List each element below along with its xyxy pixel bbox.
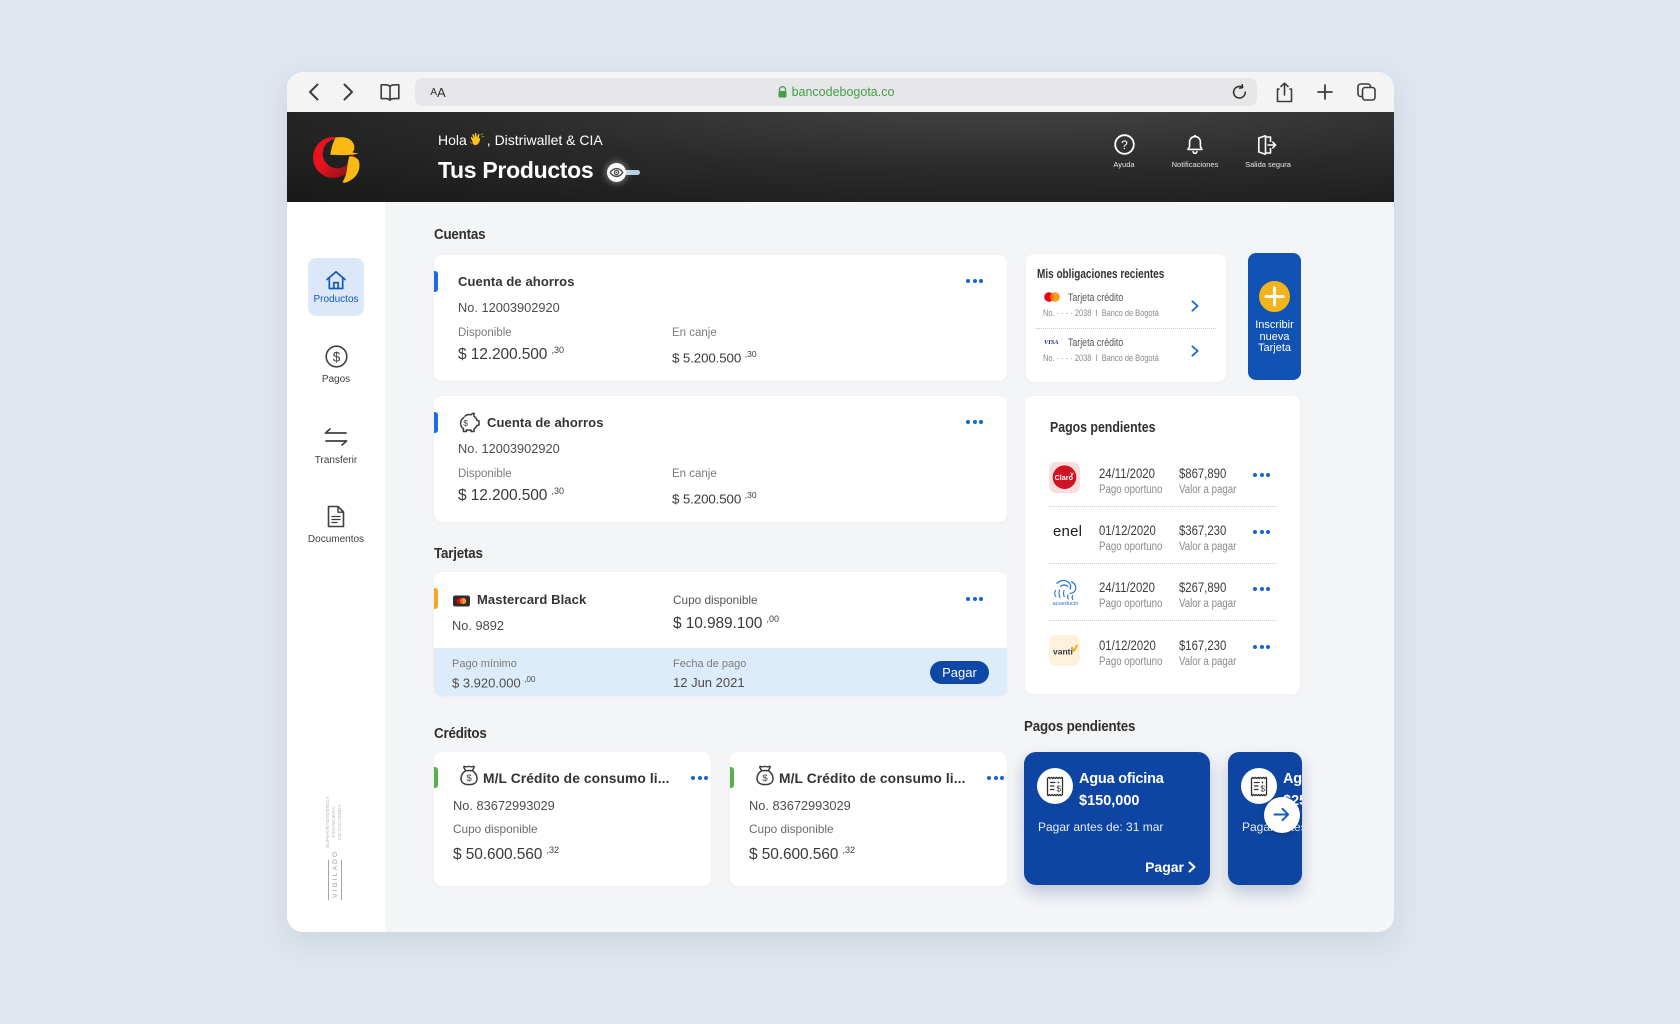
svg-text:$: $: [762, 773, 768, 784]
svg-text:VISA: VISA: [1044, 339, 1059, 346]
svg-text:?: ?: [1121, 138, 1128, 152]
svg-text:vanti: vanti: [1053, 647, 1073, 657]
svg-text:$: $: [463, 418, 468, 428]
svg-text:$: $: [1057, 785, 1062, 794]
svg-text:$: $: [1261, 785, 1266, 794]
svg-text:acueducto: acueducto: [1053, 601, 1079, 606]
svg-text:Claro: Claro: [1055, 473, 1074, 482]
svg-text:$: $: [466, 773, 472, 784]
svg-text:$: $: [332, 349, 340, 364]
